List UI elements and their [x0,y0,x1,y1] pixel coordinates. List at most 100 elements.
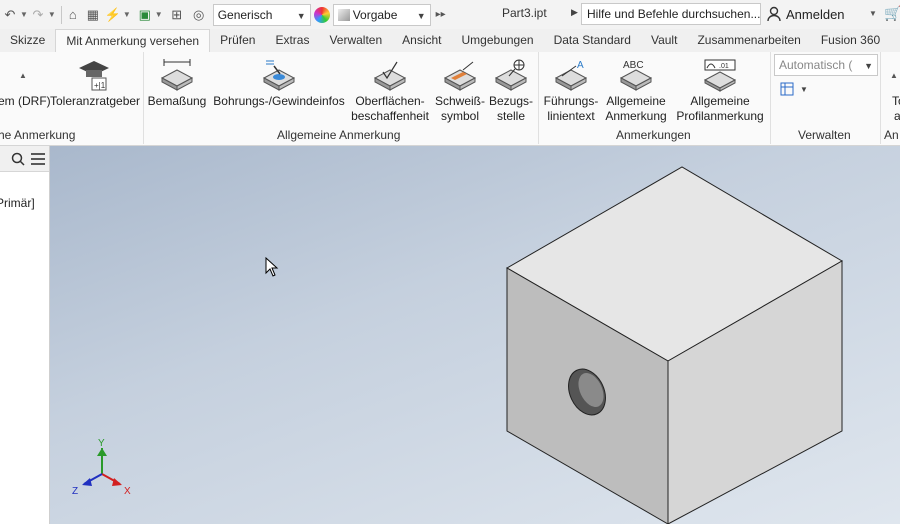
tab-pruefen[interactable]: Prüfen [210,29,265,52]
bezugsstelle-button[interactable]: Bezugs- stelle [486,56,536,124]
login-dropdown-icon[interactable]: ▼ [869,9,877,18]
graphics-viewport[interactable]: Y X Z [50,146,900,524]
oberflaeche-label-1: Oberflächen- [355,94,425,108]
mouse-cursor-icon [265,257,279,277]
sketch-mode-icon[interactable]: ⊞ [169,7,185,23]
general-note-icon: ABC [619,60,653,91]
surface-texture-icon [373,61,407,91]
allg-prof-label-2: Profilanmerkung [676,109,764,123]
verwalten-combo[interactable]: Automatisch ( ▼ [774,54,878,76]
schweisssymbol-button[interactable]: Schweiß- symbol [432,56,488,124]
appearance-swatch-icon [337,8,350,21]
bezug-label-1: Bezugs- [488,94,534,108]
toleranz-right-label-2: a [894,109,900,123]
browser-item[interactable]: Primär] [0,196,35,210]
ribbon: ▲ em (DRF) +|1 Toleranzratgeber he Anmer… [0,52,900,146]
bohrungs-gewindeinfos-button[interactable]: Bohrungs-/Gewindeinfos [210,56,348,109]
tab-zusammenarbeiten[interactable]: Zusammenarbeiten [687,29,810,52]
bohrungs-gewindeinfos-label: Bohrungs-/Gewindeinfos [213,94,345,108]
svg-text:+|1: +|1 [94,81,106,90]
bemassung-button[interactable]: Bemaßung [146,56,208,109]
oberflaeche-label-2: beschaffenheit [351,109,429,123]
redo-dropdown-icon[interactable]: ▼ [48,10,56,19]
menu-icon[interactable] [31,152,45,165]
material-combo[interactable]: Generisch ▼ [212,3,311,26]
more-icon[interactable]: ▸▸ [433,7,449,23]
material-combo-value: Generisch [217,7,273,22]
fuehrung-label-2: linientext [547,109,595,123]
axis-triad: Y X Z [72,438,131,497]
tab-mit-anmerkung-versehen[interactable]: Mit Anmerkung versehen [55,29,211,52]
tab-vault[interactable]: Vault [641,29,687,52]
login-button[interactable]: Anmelden [766,6,845,22]
hole-thread-icon [262,60,296,91]
project-icon[interactable]: ▦ [85,7,101,23]
search-icon[interactable] [11,152,25,166]
undo-icon[interactable]: ↶ [2,7,18,23]
chevron-down-icon: ▼ [800,84,808,94]
help-arrow-icon: ▶ [571,7,578,17]
document-title: Part3.ipt [502,6,547,20]
schweiss-label-2: symbol [440,109,479,123]
panel-label-anmerkung-left: he Anmerkung [0,128,76,142]
oberflaechenbeschaffenheit-button[interactable]: Oberflächen- beschaffenheit [348,56,432,124]
annotation-settings-button[interactable]: ▼ [780,82,808,96]
tab-c[interactable]: C [890,29,900,52]
appearance-combo-value: Vorgabe [352,7,398,22]
tab-data-standard[interactable]: Data Standard [544,29,641,52]
user-icon [767,6,781,22]
graduation-cap-icon: +|1 [79,61,109,91]
toleranz-right-button[interactable]: ▲ To a [884,56,900,124]
home-icon[interactable]: ⌂ [65,7,81,23]
abc-text: ABC [623,60,644,71]
tab-ansicht[interactable]: Ansicht [392,29,451,52]
panel-label-allgemeine-anmerkung: Allgemeine Anmerkung [277,128,401,142]
tab-extras[interactable]: Extras [265,29,319,52]
appearance-combo[interactable]: Vorgabe ▼ [332,3,431,26]
fuehrung-label-1: Führungs- [543,94,599,108]
axis-x-label: X [124,486,131,497]
tab-fusion-360[interactable]: Fusion 360 [811,29,890,52]
toleranz-right-icon: ▲ [890,70,898,80]
undo-dropdown-icon[interactable]: ▼ [20,10,28,19]
divider [60,5,62,24]
redo-icon[interactable]: ↷ [30,7,46,23]
login-label: Anmelden [786,6,845,22]
panel-divider [880,52,881,144]
datum-target-icon [494,59,528,91]
panel-divider [143,52,144,144]
panel-label-verwalten: Verwalten [798,128,851,142]
cart-icon[interactable]: 🛒 [884,5,900,22]
allgemeine-profilanmerkung-button[interactable]: .01 Allgemeine Profilanmerkung [672,56,768,124]
dimension-icon [160,59,194,91]
drf-button[interactable]: ▲ em (DRF) [0,56,51,109]
tab-umgebungen[interactable]: Umgebungen [452,29,544,52]
browser-header [0,146,49,172]
weld-symbol-icon [443,61,477,91]
update-dropdown-icon[interactable]: ▼ [123,10,131,19]
help-search-input[interactable]: Hilfe und Befehle durchsuchen... [581,3,761,25]
settings-table-icon [780,82,794,96]
toleranzratgeber-button[interactable]: +|1 Toleranzratgeber [50,56,140,109]
panel-divider [538,52,539,144]
chevron-down-icon: ▼ [296,10,306,21]
verwalten-combo-value: Automatisch ( [779,58,853,72]
allg-anm-label-2: Anmerkung [605,109,667,123]
allgemeine-anmerkung-button[interactable]: ABC Allgemeine Anmerkung [602,56,670,124]
bemassung-label: Bemaßung [147,94,207,108]
bezug-label-2: stelle [496,109,525,123]
select-dropdown-icon[interactable]: ▼ [155,10,163,19]
material-icon[interactable]: ◎ [191,7,207,23]
appearance-icon[interactable] [313,6,330,23]
leader-a-text: A [577,60,584,71]
quick-access-toolbar: ↶ ▼ ↷ ▼ ⌂ ▦ ⚡ ▼ ▣ ▼ ⊞ ◎ Generisch ▼ Vorg… [0,0,900,29]
cube-model[interactable] [50,146,900,524]
drf-icon: ▲ [19,70,27,80]
select-icon[interactable]: ▣ [137,7,153,23]
axis-y-label: Y [98,438,105,449]
tab-verwalten[interactable]: Verwalten [319,29,392,52]
profile-value-text: .01 [719,63,729,70]
tab-skizze[interactable]: Skizze [0,29,55,52]
update-icon[interactable]: ⚡ [105,7,121,23]
fuehrungslinientext-button[interactable]: A Führungs- linientext [540,56,602,124]
